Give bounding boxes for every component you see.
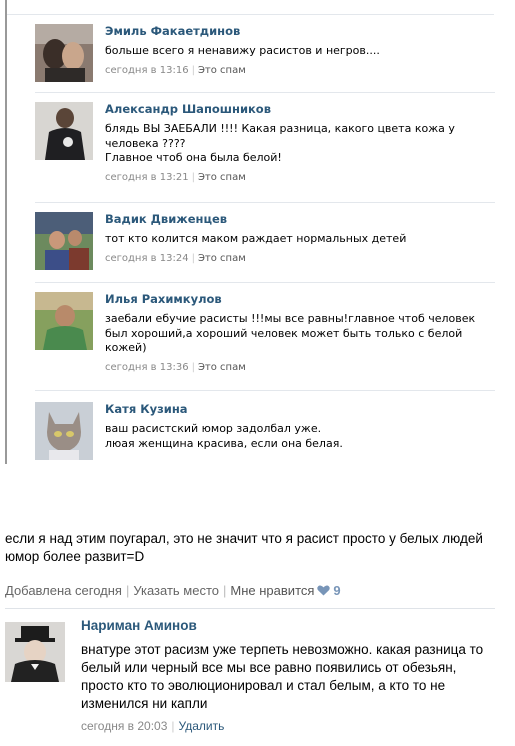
added-date[interactable]: Добавлена сегодня [5, 583, 122, 598]
heart-icon [317, 585, 331, 596]
post-meta: Добавлена сегодня | Указать место | Мне нрав… [5, 583, 495, 599]
separator: | [191, 252, 195, 264]
reply-text: внатуре этот расизм уже терпеть невозмож… [81, 642, 484, 711]
comment-text: тот кто колится маком раждает нормальных… [105, 232, 407, 245]
comment-author[interactable]: Александр Шапошников [105, 102, 495, 116]
reply-meta: сегодня в 20:03 | Удалить [81, 718, 491, 734]
like-count: 9 [333, 583, 341, 598]
separator: | [171, 719, 175, 733]
like-button[interactable]: Мне нравится 9 [230, 583, 340, 598]
avatar[interactable] [35, 212, 93, 270]
comment-meta: сегодня в 13:16 | Это спам [105, 65, 495, 77]
avatar[interactable] [35, 292, 93, 350]
reply-time[interactable]: сегодня в 20:03 [81, 719, 167, 733]
comment-meta: сегодня в 13:24 | Это спам [105, 253, 495, 265]
like-label: Мне нравится [230, 583, 315, 598]
avatar[interactable] [35, 24, 93, 82]
spam-link[interactable]: Это спам [198, 253, 246, 264]
divider [35, 282, 495, 283]
comment-meta: сегодня в 13:21 | Это спам [105, 172, 495, 184]
comment-author[interactable]: Эмиль Факаетдинов [105, 24, 495, 38]
separator: | [191, 171, 195, 183]
comment-time[interactable]: сегодня в 13:21 [105, 172, 189, 183]
divider [7, 14, 494, 15]
comment-text: ваш расистский юмор задолбал уже. люая ж… [105, 422, 343, 450]
avatar[interactable] [5, 622, 65, 682]
delete-link[interactable]: Удалить [179, 719, 225, 733]
divider [35, 92, 495, 93]
divider [35, 202, 495, 203]
post-text: если я над этим поугарал, это не значит … [5, 531, 483, 564]
comment-meta: сегодня в 13:36 | Это спам [105, 362, 495, 374]
spam-link[interactable]: Это спам [198, 172, 246, 183]
spam-link[interactable]: Это спам [198, 65, 246, 76]
embedded-screenshot: Эмиль Факаетдинов больше всего я ненавиж… [0, 0, 515, 468]
comment-author[interactable]: Вадик Движенцев [105, 212, 495, 226]
divider [35, 390, 495, 391]
separator: | [223, 583, 227, 598]
avatar[interactable] [35, 102, 93, 160]
separator: | [125, 583, 130, 598]
reply-author[interactable]: Нариман Аминов [81, 617, 491, 635]
spam-link[interactable]: Это спам [198, 362, 246, 373]
separator: | [191, 64, 195, 76]
comment-text: больше всего я ненавижу расистов и негро… [105, 44, 380, 57]
comment-author[interactable]: Катя Кузина [105, 402, 495, 416]
set-place-link[interactable]: Указать место [133, 583, 219, 598]
divider [5, 608, 495, 609]
comment-author[interactable]: Илья Рахимкулов [105, 292, 495, 306]
comment-text: заебали ебучие расисты !!!мы все равны!г… [105, 312, 476, 354]
comment-time[interactable]: сегодня в 13:24 [105, 253, 189, 264]
left-border-line [5, 0, 7, 464]
comment-time[interactable]: сегодня в 13:16 [105, 65, 189, 76]
separator: | [191, 361, 195, 373]
comment-text: блядь ВЫ ЗАЕБАЛИ !!!! Какая разница, как… [105, 122, 455, 164]
comment-time[interactable]: сегодня в 13:36 [105, 362, 189, 373]
avatar[interactable] [35, 402, 93, 460]
